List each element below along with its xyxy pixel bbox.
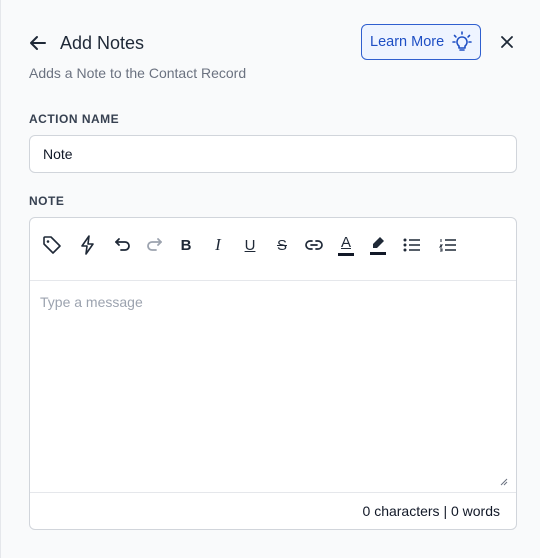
- editor-toolbar: B I U S A: [30, 218, 516, 281]
- highlight-swatch: [370, 251, 386, 255]
- bullet-list-button[interactable]: [401, 234, 423, 256]
- redo-icon: [147, 238, 162, 251]
- italic-icon: I: [215, 235, 221, 254]
- page-title: Add Notes: [60, 32, 145, 53]
- bold-button[interactable]: B: [175, 234, 197, 256]
- character-word-counter: 0 characters | 0 words: [362, 503, 500, 519]
- underline-icon: U: [244, 236, 256, 254]
- back-button[interactable]: [29, 34, 47, 52]
- note-editor-area[interactable]: Type a message: [30, 281, 516, 492]
- lightning-icon: [81, 235, 94, 255]
- resize-handle[interactable]: [500, 473, 508, 486]
- text-color-icon: A: [340, 233, 351, 251]
- trigger-button[interactable]: [77, 234, 99, 256]
- strikethrough-icon: S: [276, 236, 287, 254]
- close-button[interactable]: [499, 34, 515, 50]
- underline-button[interactable]: U: [239, 234, 261, 256]
- highlighter-icon: [373, 236, 384, 248]
- text-color-button[interactable]: A: [335, 234, 357, 256]
- note-editor: B I U S A Type a message 0 characters | …: [29, 217, 517, 530]
- text-color-swatch: [338, 252, 354, 256]
- highlight-button[interactable]: [367, 234, 389, 256]
- italic-button[interactable]: I: [207, 234, 229, 256]
- undo-icon: [115, 238, 130, 251]
- undo-button[interactable]: [112, 234, 134, 256]
- note-placeholder: Type a message: [40, 294, 143, 310]
- numbered-list-icon: [439, 239, 456, 252]
- tag-icon: [43, 236, 61, 254]
- panel-header: Add Notes Learn More: [29, 24, 516, 60]
- arrow-left-icon: [30, 36, 46, 50]
- tag-button[interactable]: [41, 234, 63, 256]
- learn-more-button[interactable]: Learn More: [361, 24, 481, 60]
- action-name-label: ACTION NAME: [29, 112, 120, 126]
- link-button[interactable]: [303, 234, 325, 256]
- strikethrough-button[interactable]: S: [271, 234, 293, 256]
- redo-button[interactable]: [143, 234, 165, 256]
- bold-icon: B: [180, 236, 192, 254]
- editor-footer: 0 characters | 0 words: [30, 492, 516, 529]
- lightbulb-icon: [452, 31, 472, 51]
- resize-grip-icon: [500, 478, 508, 486]
- note-label: NOTE: [29, 194, 65, 208]
- bullet-list-icon: [403, 238, 420, 252]
- link-icon: [305, 240, 323, 250]
- action-name-input[interactable]: [29, 135, 517, 173]
- page-subtitle: Adds a Note to the Contact Record: [29, 65, 247, 81]
- numbered-list-button[interactable]: [437, 234, 459, 256]
- learn-more-label: Learn More: [370, 34, 445, 50]
- add-notes-panel: Add Notes Learn More Adds a Note to the …: [0, 0, 540, 558]
- close-icon: [501, 36, 513, 48]
